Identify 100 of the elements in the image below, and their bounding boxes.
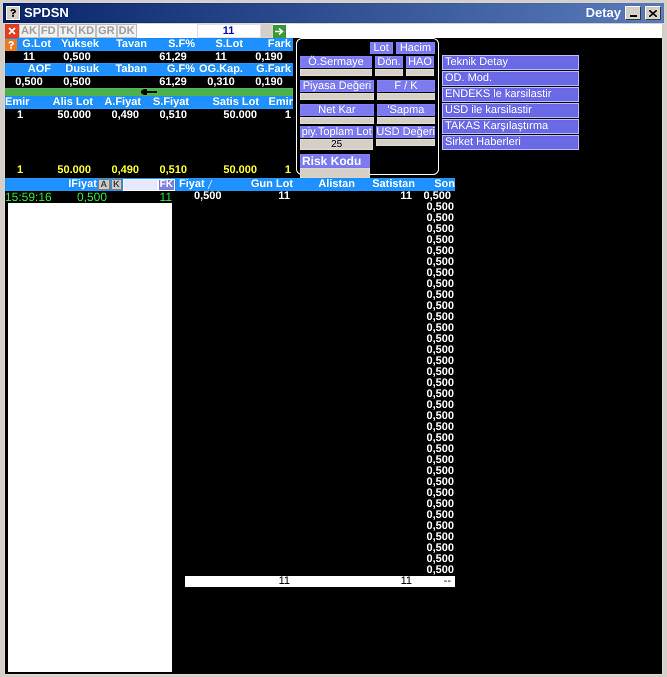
close-icon[interactable] (5, 24, 19, 38)
trade-price: 0,500 (76, 191, 107, 203)
last-price: 0,500 (426, 213, 454, 224)
trade-lot: 11 (158, 191, 172, 203)
last-price: 0,500 (426, 312, 454, 323)
last-price: 0,500 (426, 554, 454, 565)
last-price: 0,500 (426, 565, 454, 576)
menu-item[interactable]: OD. Mod. (442, 71, 579, 86)
value-field: 25 (300, 139, 374, 150)
order-book-cell-text: 1 (284, 164, 292, 176)
last-price: 0,500 (426, 510, 454, 521)
column-header: Tavan (115, 38, 148, 51)
last-price: 0,500 (426, 477, 454, 488)
quantity-field[interactable]: 11 (196, 24, 261, 38)
menu-item[interactable]: Sirket Haberleri (442, 135, 579, 150)
field-label: Piyasa Değeri (300, 80, 374, 92)
column-header: Emir (268, 96, 293, 109)
help-icon[interactable] (5, 38, 17, 50)
column-header: G.Fark (255, 63, 292, 76)
quote-value: 61,29 (158, 51, 188, 63)
order-book-cell-text: 50.000 (56, 109, 92, 121)
column-header: Fiyat (179, 178, 205, 191)
column-header: Taban (114, 63, 148, 76)
close-button[interactable] (645, 6, 661, 20)
arrow-right-icon (274, 28, 284, 34)
column-header: Emir (5, 96, 30, 109)
last-price: 0,500 (426, 488, 454, 499)
quote-value: 0,310 (206, 76, 236, 88)
column-header: Gun Lot (250, 178, 293, 190)
last-price: 0,500 (426, 389, 454, 400)
filter-field[interactable] (123, 178, 158, 190)
field-label: Ö.Sermaye (300, 56, 372, 68)
last-price: 0,500 (426, 532, 454, 543)
field-label: HAO (406, 56, 434, 68)
last-price: 0,500 (426, 356, 454, 367)
menu-item[interactable]: Teknik Detay (442, 55, 579, 70)
toolbar-separator (260, 24, 273, 38)
last-price: 0,500 (426, 323, 454, 334)
order-book-cell-text: 0,510 (158, 164, 188, 176)
column-header: Yuksek (60, 38, 100, 51)
trade-cell-text: 0,500 (422, 191, 452, 202)
last-price: 0,500 (426, 521, 454, 532)
filter-button[interactable]: K (110, 179, 122, 190)
last-price: 0,500 (426, 290, 454, 301)
trade-cell-text: 11 (399, 191, 412, 202)
last-price: 0,500 (426, 455, 454, 466)
filter-button[interactable]: A (98, 179, 110, 190)
order-book-cell-text: 50.000 (222, 164, 258, 176)
minimize-button[interactable] (625, 6, 641, 20)
order-book-cell-text: 0,510 (158, 109, 188, 121)
go-button[interactable] (272, 24, 286, 38)
last-price: 0,500 (426, 411, 454, 422)
menu-item[interactable]: ENDEKS le karsilastir (442, 87, 579, 102)
help-icon (6, 6, 20, 20)
total-cell-text: 11 (400, 576, 412, 587)
menu-item[interactable]: TAKAS Karşılaştırma (442, 119, 579, 134)
total-cell-text: -- (442, 576, 452, 587)
quote-value: 0,500 (62, 51, 92, 63)
last-price: 0,500 (426, 499, 454, 510)
last-price: 0,500 (426, 301, 454, 312)
column-header: Dusuk (64, 63, 100, 76)
column-header: A.Fiyat (103, 96, 141, 109)
last-price: 0,500 (426, 400, 454, 411)
column-header: G.Lot (22, 38, 51, 51)
trade-cell-text: 0,500 (193, 191, 220, 202)
column-header: G.F% (166, 63, 196, 76)
menu-item[interactable]: USD ile karsilastir (442, 103, 579, 118)
value-field (376, 117, 435, 124)
field-label: piy.Toplam Lot (300, 126, 374, 138)
close-icon (649, 10, 657, 16)
column-header: Satis Lot (212, 96, 259, 109)
column-header: S.Lot (214, 38, 244, 51)
last-price: 0,500 (426, 433, 454, 444)
last-price: 0,500 (426, 378, 454, 389)
order-book-cell-text: 50.000 (222, 109, 258, 121)
quote-value: 0,500 (14, 76, 44, 88)
value-field (406, 69, 434, 76)
last-price: 0,500 (426, 202, 454, 213)
value-field (300, 69, 372, 76)
value-field (375, 69, 403, 76)
trade-time: 15:59:16 (5, 191, 53, 203)
fk-button[interactable]: FK (158, 178, 175, 190)
toggle-button[interactable]: Lot (370, 42, 393, 54)
order-book-cell-text: 0,490 (110, 109, 140, 121)
last-price: 0,500 (426, 235, 454, 246)
last-price: 0,500 (426, 279, 454, 290)
order-book-cell-text: 1 (16, 164, 24, 176)
last-price: 0,500 (426, 345, 454, 356)
order-book-cell-text: 1 (16, 109, 24, 121)
column-header: S.Fiyat (152, 96, 189, 109)
quote-value: 0,500 (62, 76, 92, 88)
toggle-button[interactable]: Hacim (396, 42, 435, 54)
column-header: Satistan (372, 178, 415, 190)
field-label: Dön. (375, 56, 403, 68)
column-header: Alistan (318, 178, 355, 190)
last-price: 0,500 (426, 257, 454, 268)
field-label: Risk Kodu (300, 154, 370, 168)
field-label: USD Değeri (376, 126, 435, 138)
window-caption: Detay (586, 4, 621, 22)
last-price: 0,500 (426, 543, 454, 554)
